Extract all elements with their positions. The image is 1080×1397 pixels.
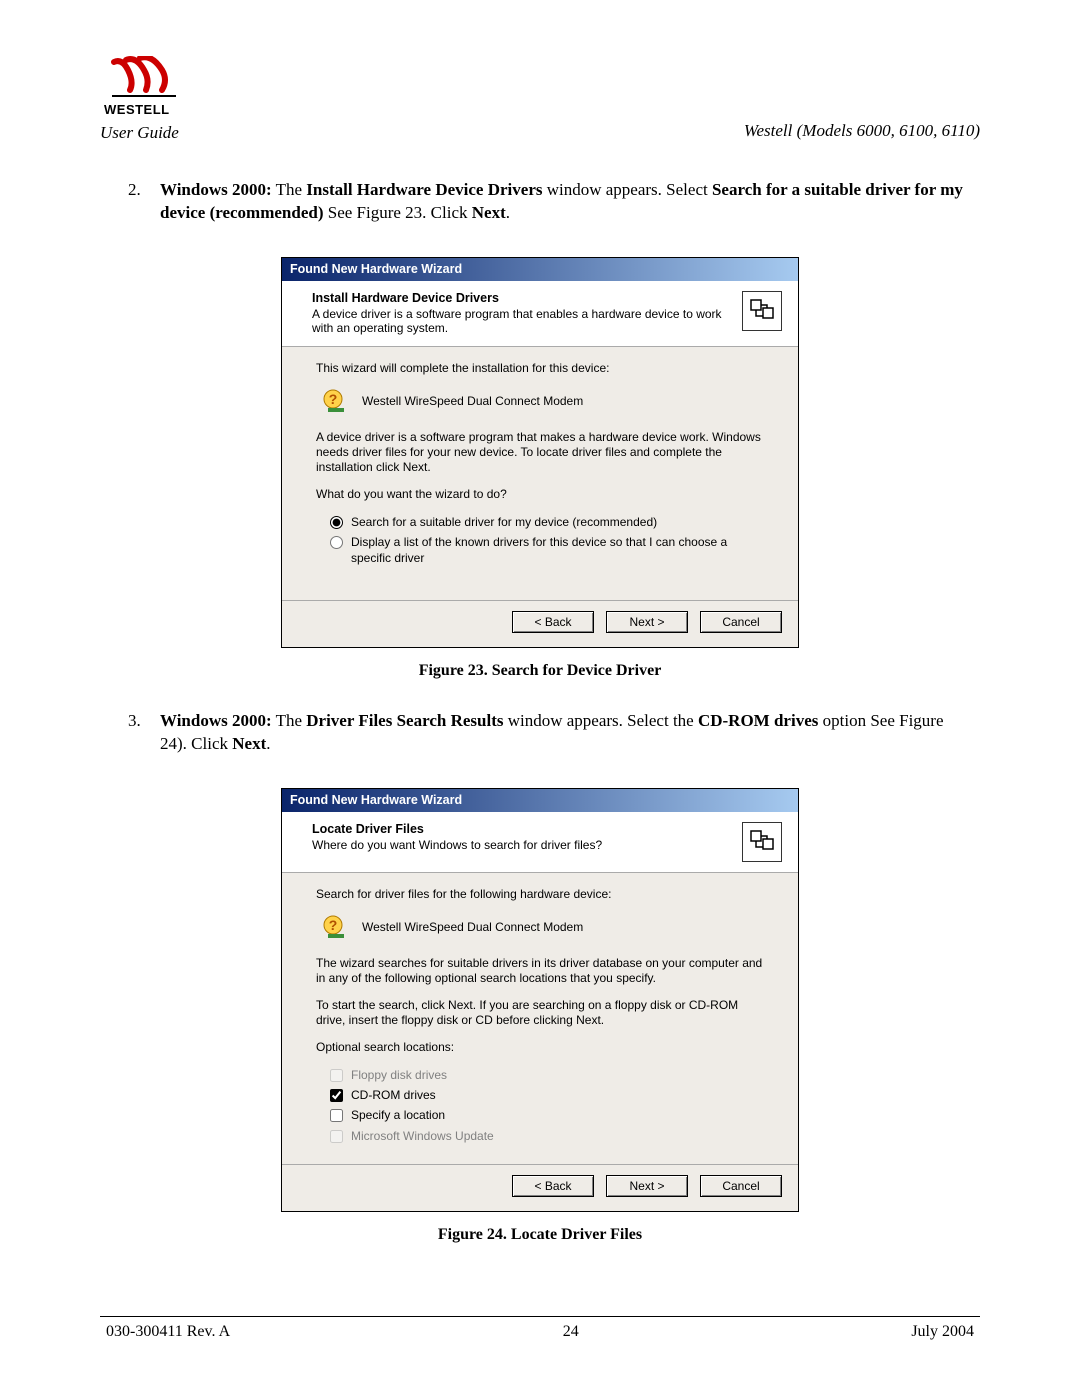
- footer-rev: 030-300411 Rev. A: [106, 1323, 230, 1341]
- dialog-head: Install Hardware Device Drivers A device…: [282, 281, 798, 347]
- check-wu-input[interactable]: [330, 1130, 343, 1143]
- dialog-install-drivers: Found New Hardware Wizard Install Hardwa…: [281, 257, 799, 648]
- hardware-icon: [742, 822, 782, 862]
- next-button[interactable]: Next >: [606, 611, 688, 633]
- hardware-icon: [742, 291, 782, 331]
- step-number: 2.: [128, 179, 141, 202]
- check-windows-update[interactable]: Microsoft Windows Update: [330, 1128, 764, 1144]
- dialog-head-title: Install Hardware Device Drivers: [312, 291, 730, 305]
- back-button[interactable]: < Back: [512, 1175, 594, 1197]
- step-2: 2. Windows 2000: The Install Hardware De…: [134, 179, 972, 225]
- dialog-head-sub: A device driver is a software program th…: [312, 307, 730, 336]
- figure-23-caption: Figure 23. Search for Device Driver: [108, 662, 972, 680]
- radio-list-input[interactable]: [330, 536, 343, 549]
- search-instruction: To start the search, click Next. If you …: [316, 998, 764, 1028]
- check-floppy-input[interactable]: [330, 1069, 343, 1082]
- check-cdrom[interactable]: CD-ROM drives: [330, 1087, 764, 1103]
- dialog-titlebar: Found New Hardware Wizard: [282, 789, 798, 812]
- step-number: 3.: [128, 710, 141, 733]
- question-icon: ?: [322, 388, 348, 414]
- svg-text:?: ?: [329, 917, 338, 933]
- dialog-buttons: < Back Next > Cancel: [282, 600, 798, 647]
- search-explain: The wizard searches for suitable drivers…: [316, 956, 764, 986]
- driver-explain: A device driver is a software program th…: [316, 430, 764, 475]
- dialog-locate-files: Found New Hardware Wizard Locate Driver …: [281, 788, 799, 1212]
- back-button[interactable]: < Back: [512, 611, 594, 633]
- dialog-body: Search for driver files for the followin…: [282, 873, 798, 1164]
- dialog-buttons: < Back Next > Cancel: [282, 1164, 798, 1211]
- wizard-intro: This wizard will complete the installati…: [316, 361, 764, 376]
- device-row: ? Westell WireSpeed Dual Connect Modem: [322, 388, 764, 414]
- optional-label: Optional search locations:: [316, 1040, 764, 1055]
- model-line: Westell (Models 6000, 6100, 6110): [744, 121, 980, 141]
- device-name: Westell WireSpeed Dual Connect Modem: [362, 920, 583, 934]
- device-row: ? Westell WireSpeed Dual Connect Modem: [322, 914, 764, 940]
- radio-display-list[interactable]: Display a list of the known drivers for …: [330, 534, 764, 566]
- search-intro: Search for driver files for the followin…: [316, 887, 764, 902]
- dialog-body: This wizard will complete the installati…: [282, 347, 798, 601]
- figure-24-caption: Figure 24. Locate Driver Files: [108, 1226, 972, 1244]
- radio-search[interactable]: Search for a suitable driver for my devi…: [330, 514, 764, 530]
- page-footer: 030-300411 Rev. A 24 July 2004: [100, 1323, 980, 1341]
- logo-block: WESTELL User Guide: [100, 56, 179, 143]
- wizard-question: What do you want the wizard to do?: [316, 487, 764, 502]
- dialog-head: Locate Driver Files Where do you want Wi…: [282, 812, 798, 873]
- logo-text: WESTELL: [104, 102, 170, 117]
- svg-text:?: ?: [329, 391, 338, 407]
- dialog-head-sub: Where do you want Windows to search for …: [312, 838, 730, 852]
- guide-title: User Guide: [100, 123, 179, 143]
- check-specify[interactable]: Specify a location: [330, 1107, 764, 1123]
- device-name: Westell WireSpeed Dual Connect Modem: [362, 394, 583, 408]
- cancel-button[interactable]: Cancel: [700, 611, 782, 633]
- check-cdrom-input[interactable]: [330, 1089, 343, 1102]
- footer-date: July 2004: [911, 1323, 974, 1341]
- dialog-head-title: Locate Driver Files: [312, 822, 730, 836]
- footer-rule: [100, 1316, 980, 1317]
- figure-23: Found New Hardware Wizard Install Hardwa…: [108, 257, 972, 648]
- cancel-button[interactable]: Cancel: [700, 1175, 782, 1197]
- page-header: WESTELL User Guide Westell (Models 6000,…: [100, 56, 980, 143]
- check-floppy[interactable]: Floppy disk drives: [330, 1067, 764, 1083]
- footer-page: 24: [563, 1323, 579, 1341]
- figure-24: Found New Hardware Wizard Locate Driver …: [108, 788, 972, 1212]
- step-3: 3. Windows 2000: The Driver Files Search…: [134, 710, 972, 756]
- radio-search-input[interactable]: [330, 516, 343, 529]
- dialog-titlebar: Found New Hardware Wizard: [282, 258, 798, 281]
- question-icon: ?: [322, 914, 348, 940]
- next-button[interactable]: Next >: [606, 1175, 688, 1197]
- page-content: 2. Windows 2000: The Install Hardware De…: [100, 179, 980, 1244]
- check-specify-input[interactable]: [330, 1109, 343, 1122]
- westell-logo-icon: [110, 56, 178, 102]
